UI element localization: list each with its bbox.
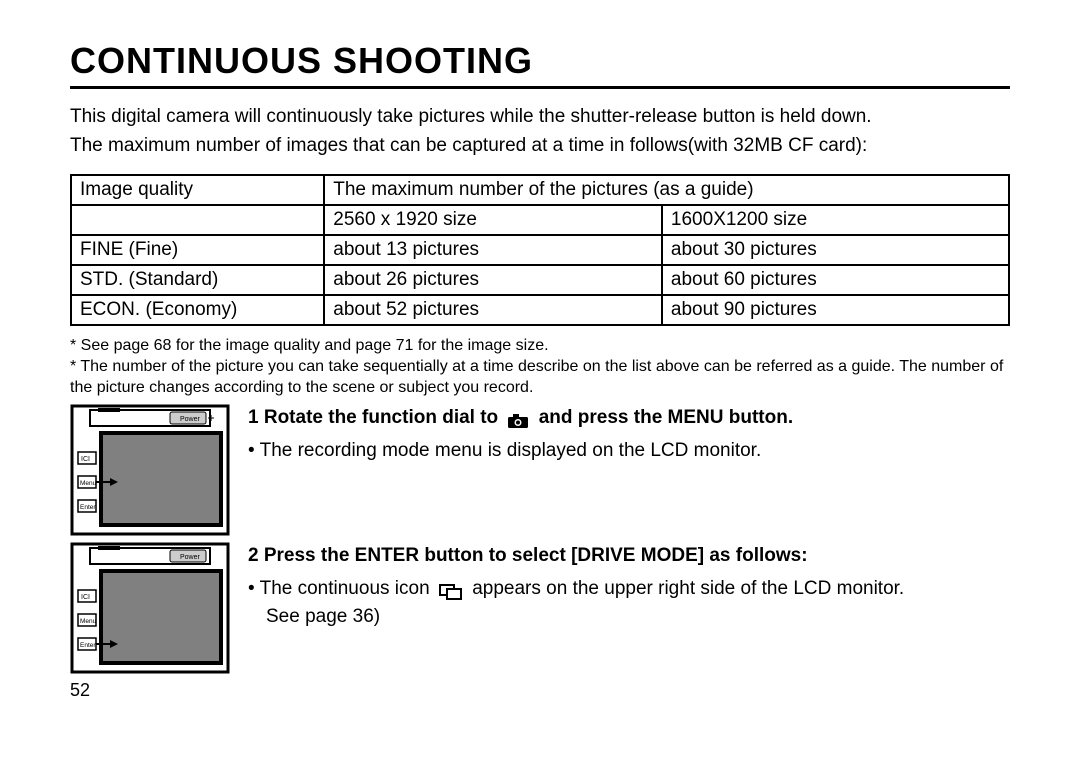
table-cell: STD. (Standard) [71,265,324,295]
step-2-body: • The continuous icon appears on the upp… [248,575,1010,632]
table-cell: about 13 pictures [324,235,662,265]
footnote-2: * The number of the picture you can take… [70,357,1010,399]
table-row: Image quality The maximum number of the … [71,175,1009,205]
table-row: FINE (Fine) about 13 pictures about 30 p… [71,235,1009,265]
table-cell: about 30 pictures [662,235,1009,265]
step-2-text: 2 Press the ENTER button to select [DRIV… [248,542,1010,632]
intro-line-1: This digital camera will continuously ta… [70,103,1010,132]
step-2: Power ICI Menu Enter 2 Press the ENTER b… [70,542,1010,674]
capacity-table: Image quality The maximum number of the … [70,174,1010,326]
table-subhead-b: 1600X1200 size [662,205,1009,235]
camera-icon [507,410,529,426]
table-cell: FINE (Fine) [71,235,324,265]
page-number: 52 [70,680,1010,701]
ici-label: ICI [81,456,90,463]
table-row: 2560 x 1920 size 1600X1200 size [71,205,1009,235]
menu-label: Menu [80,618,97,625]
table-cell: about 26 pictures [324,265,662,295]
title-rule [70,86,1010,89]
footnote-1: * See page 68 for the image quality and … [70,336,1010,357]
step-2-body-b: appears on the upper right side of the L… [472,578,904,599]
power-label: Power [180,554,201,561]
intro-line-2: The maximum number of images that can be… [70,132,1010,161]
power-label: Power [180,416,201,423]
step-1-text: 1 Rotate the function dial to and press … [248,404,1010,465]
camera-illustration-1: Power ICI Menu Enter [70,404,230,536]
enter-label: Enter [80,642,96,649]
continuous-icon [439,581,463,597]
menu-label: Menu [80,480,97,487]
step-1: Power ICI Menu Enter 1 Rotate the f [70,404,1010,536]
table-row: ECON. (Economy) about 52 pictures about … [71,295,1009,325]
camera-illustration-2: Power ICI Menu Enter [70,542,230,674]
table-header-quality: Image quality [71,175,324,205]
table-cell: about 60 pictures [662,265,1009,295]
table-header-max: The maximum number of the pictures (as a… [324,175,1009,205]
page-title: CONTINUOUS SHOOTING [70,40,1010,82]
table-row: STD. (Standard) about 26 pictures about … [71,265,1009,295]
step-1-body: • The recording mode menu is displayed o… [248,437,1010,466]
table-cell: ECON. (Economy) [71,295,324,325]
ici-label: ICI [81,594,90,601]
footnotes: * See page 68 for the image quality and … [70,336,1010,398]
table-subhead-a: 2560 x 1920 size [324,205,662,235]
step-2-head: 2 Press the ENTER button to select [DRIV… [248,545,808,566]
step-2-body-a: • The continuous icon [248,578,430,599]
enter-label: Enter [80,504,96,511]
step-1-head-a: 1 Rotate the function dial to [248,407,498,428]
step-1-head-b: and press the MENU button. [539,407,793,428]
table-cell: about 52 pictures [324,295,662,325]
step-2-body-c: See page 36) [248,603,1010,632]
table-cell: about 90 pictures [662,295,1009,325]
intro-text: This digital camera will continuously ta… [70,103,1010,160]
table-cell [71,205,324,235]
